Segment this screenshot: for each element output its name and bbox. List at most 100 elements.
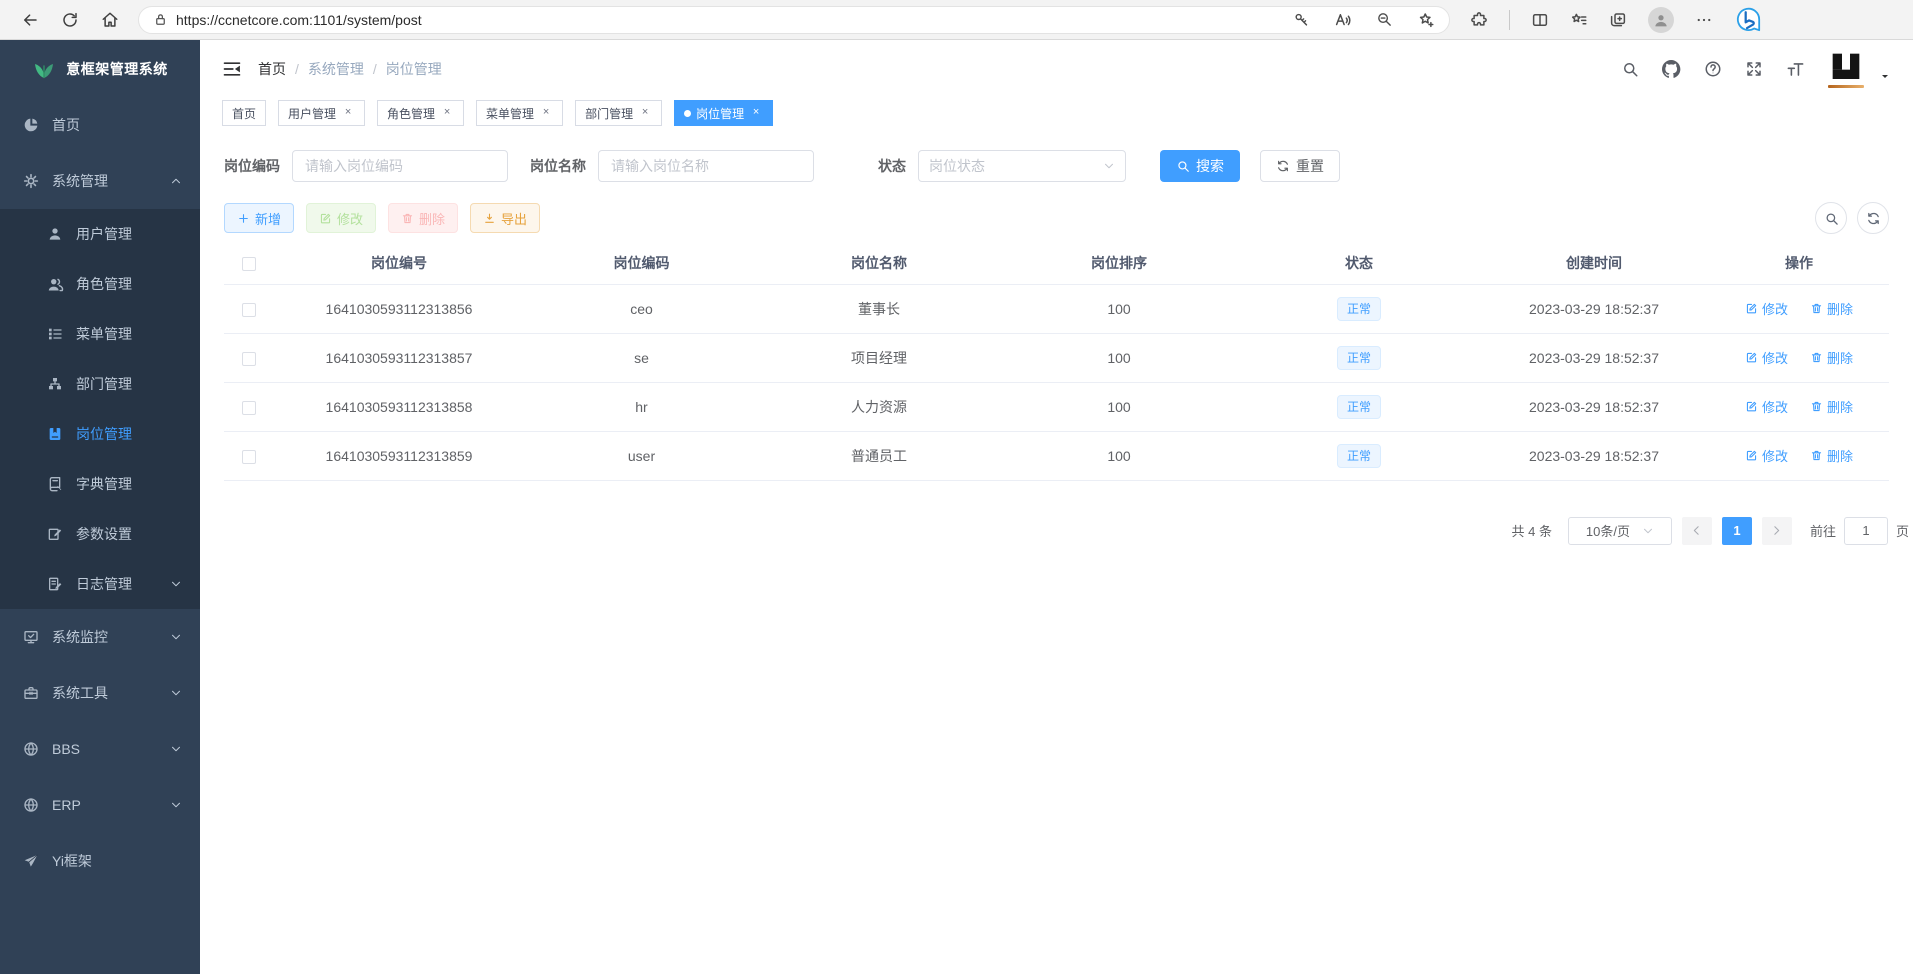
sidebar-item-label: 系统监控 [52, 627, 108, 647]
tab-role-mgmt[interactable]: 角色管理 × [377, 100, 464, 126]
goto-page-input[interactable] [1844, 517, 1888, 545]
read-aloud-icon[interactable] [1334, 11, 1352, 29]
zoom-out-icon[interactable] [1376, 11, 1393, 28]
show-search-button[interactable] [1815, 202, 1847, 234]
search-button[interactable]: 搜索 [1160, 150, 1240, 182]
url-text[interactable]: https://ccnetcore.com:1101/system/post [176, 12, 1281, 28]
sidebar-item-dept-mgmt[interactable]: 部门管理 [0, 359, 200, 409]
row-checkbox[interactable] [242, 303, 256, 317]
sidebar-item-system-tools[interactable]: 系统工具 [0, 665, 200, 721]
delete-button[interactable]: 删除 [388, 203, 458, 233]
extensions-icon[interactable] [1470, 11, 1488, 29]
prev-page-button[interactable] [1682, 517, 1712, 545]
sidebar-logo[interactable]: 意框架管理系统 [0, 40, 200, 97]
close-icon[interactable]: × [539, 106, 553, 120]
sidebar-item-label: 部门管理 [76, 374, 132, 394]
address-bar[interactable]: https://ccnetcore.com:1101/system/post [138, 6, 1450, 34]
sidebar-item-post-mgmt[interactable]: 岗位管理 [0, 409, 200, 459]
lock-icon[interactable] [153, 12, 168, 27]
row-delete-button[interactable]: 删除 [1810, 299, 1853, 318]
fullscreen-icon[interactable] [1745, 60, 1763, 78]
more-icon[interactable] [1695, 11, 1713, 29]
sidebar-item-role-mgmt[interactable]: 角色管理 [0, 259, 200, 309]
help-icon[interactable] [1704, 60, 1722, 78]
row-edit-button[interactable]: 修改 [1745, 348, 1788, 367]
page-number-1[interactable]: 1 [1722, 517, 1752, 545]
favorite-add-icon[interactable] [1417, 11, 1435, 29]
close-icon[interactable]: × [440, 106, 454, 120]
toolbox-icon [22, 685, 40, 701]
export-button-label: 导出 [501, 209, 527, 228]
cell-post-id: 1641030593112313859 [274, 431, 524, 480]
close-icon[interactable]: × [749, 106, 763, 120]
row-checkbox[interactable] [242, 401, 256, 415]
status-select[interactable]: 岗位状态 [918, 150, 1126, 182]
sidebar-item-label: 日志管理 [76, 574, 132, 594]
sidebar-item-erp[interactable]: ERP [0, 777, 200, 833]
github-icon[interactable] [1662, 60, 1681, 79]
search-icon[interactable] [1621, 60, 1639, 78]
page-unit: 页 [1896, 521, 1909, 540]
sidebar-item-yi-framework[interactable]: Yi框架 [0, 833, 200, 889]
font-size-icon[interactable] [1786, 60, 1805, 79]
row-edit-button[interactable]: 修改 [1745, 446, 1788, 465]
edit-label: 修改 [1762, 446, 1788, 465]
page-size-value: 10条/页 [1586, 521, 1630, 540]
cell-post-id: 1641030593112313857 [274, 333, 524, 382]
profile-avatar[interactable] [1648, 7, 1674, 33]
sidebar-item-log-mgmt[interactable]: 日志管理 [0, 559, 200, 609]
home-icon[interactable] [90, 4, 130, 36]
back-icon[interactable] [10, 4, 50, 36]
sidebar-fold-icon[interactable] [222, 59, 242, 79]
sidebar-item-user-mgmt[interactable]: 用户管理 [0, 209, 200, 259]
post-code-input[interactable] [292, 150, 508, 182]
sidebar-item-param-settings[interactable]: 参数设置 [0, 509, 200, 559]
col-post-id: 岗位编号 [274, 242, 524, 284]
tab-user-mgmt[interactable]: 用户管理 × [278, 100, 365, 126]
row-edit-button[interactable]: 修改 [1745, 299, 1788, 318]
row-delete-button[interactable]: 删除 [1810, 397, 1853, 416]
sidebar-item-bbs[interactable]: BBS [0, 721, 200, 777]
breadcrumb-home[interactable]: 首页 [258, 59, 286, 79]
row-delete-button[interactable]: 删除 [1810, 348, 1853, 367]
export-button[interactable]: 导出 [470, 203, 540, 233]
table-header-row: 岗位编号 岗位编码 岗位名称 岗位排序 状态 创建时间 操作 [224, 242, 1889, 284]
chevron-left-icon [1690, 524, 1703, 537]
favorites-icon[interactable] [1570, 11, 1588, 29]
edit-icon [1745, 351, 1758, 364]
sidebar-item-system-monitor[interactable]: 系统监控 [0, 609, 200, 665]
user-avatar-logo[interactable] [1828, 51, 1864, 88]
tab-menu-mgmt[interactable]: 菜单管理 × [476, 100, 563, 126]
row-edit-button[interactable]: 修改 [1745, 397, 1788, 416]
breadcrumb-system-mgmt[interactable]: 系统管理 [308, 59, 364, 79]
refresh-table-button[interactable] [1857, 202, 1889, 234]
page-size-select[interactable]: 10条/页 [1568, 517, 1672, 545]
sidebar-item-home[interactable]: 首页 [0, 97, 200, 153]
row-checkbox[interactable] [242, 450, 256, 464]
caret-down-icon[interactable] [1879, 70, 1891, 82]
post-name-input[interactable] [598, 150, 814, 182]
edit-button[interactable]: 修改 [306, 203, 376, 233]
edit-label: 修改 [1762, 299, 1788, 318]
bing-icon[interactable] [1734, 6, 1762, 34]
tab-dept-mgmt[interactable]: 部门管理 × [575, 100, 662, 126]
row-delete-button[interactable]: 删除 [1810, 446, 1853, 465]
sidebar-item-menu-mgmt[interactable]: 菜单管理 [0, 309, 200, 359]
close-icon[interactable]: × [638, 106, 652, 120]
reset-button[interactable]: 重置 [1260, 150, 1340, 182]
collections-icon[interactable] [1609, 11, 1627, 29]
select-all-checkbox[interactable] [242, 257, 256, 271]
refresh-icon[interactable] [50, 4, 90, 36]
delete-label: 删除 [1827, 446, 1853, 465]
key-icon[interactable] [1293, 11, 1310, 28]
trash-icon [1810, 400, 1823, 413]
split-screen-icon[interactable] [1531, 11, 1549, 29]
sidebar-item-dict-mgmt[interactable]: 字典管理 [0, 459, 200, 509]
tab-post-mgmt[interactable]: 岗位管理 × [674, 100, 773, 126]
close-icon[interactable]: × [341, 106, 355, 120]
row-checkbox[interactable] [242, 352, 256, 366]
sidebar-item-system-mgmt[interactable]: 系统管理 [0, 153, 200, 209]
next-page-button[interactable] [1762, 517, 1792, 545]
tab-home[interactable]: 首页 [222, 100, 266, 126]
add-button[interactable]: 新增 [224, 203, 294, 233]
